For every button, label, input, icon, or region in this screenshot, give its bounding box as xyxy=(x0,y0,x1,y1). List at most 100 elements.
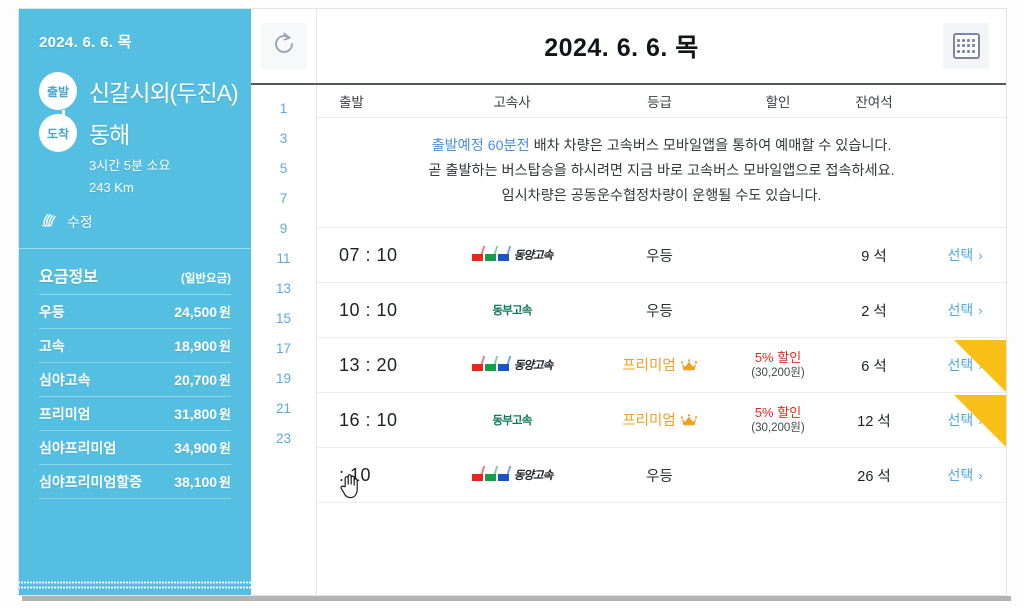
company-cell: 동양고속 xyxy=(437,466,587,484)
fare-grade-label: 고속 xyxy=(39,338,65,354)
fare-amount: 34,900 원 xyxy=(174,440,231,456)
chevron-right-icon: › xyxy=(978,302,983,318)
notice-line-2: 곧 출발하는 버스탑승을 하시려면 지금 바로 고속버스 모바일앱으로 접속하세… xyxy=(428,163,895,179)
hour-filter-item[interactable]: 15 xyxy=(251,304,316,334)
notice-line-1: 출발예정 60분전 배차 차량은 고속버스 모바일앱을 통하여 예매할 수 있습… xyxy=(327,134,996,159)
fare-grade-label: 심야프리미엄할증 xyxy=(39,474,143,490)
dongbu-express-logo-icon: 동부고속 xyxy=(492,415,532,427)
fare-row: 심야프리미엄할증 38,100 원 xyxy=(39,465,231,499)
fare-row: 고속 18,900 원 xyxy=(39,329,231,363)
table-header-row: 출발 고속사 등급 할인 잔여석 xyxy=(317,85,1006,118)
arrive-pin-icon: 도착 xyxy=(39,114,77,152)
premium-ribbon-label: 프리미엄 xyxy=(943,338,995,342)
departure-row[interactable]: 10 : 10 동부고속 우등 2 석 선택 › xyxy=(317,283,1006,338)
hour-filter-item[interactable]: 5 xyxy=(251,154,316,184)
departure-time: 10 : 10 xyxy=(339,299,398,320)
remaining-seats: 9 석 xyxy=(861,248,887,265)
edit-route-button[interactable]: 수정 xyxy=(41,212,231,232)
notice-line-3: 임시차량은 공동운수협정차량이 운행될 수도 있습니다. xyxy=(501,188,822,204)
fare-grade-label: 우등 xyxy=(39,304,65,320)
fare-grade-label: 심야프리미엄 xyxy=(39,440,117,456)
select-button[interactable]: 선택 › xyxy=(947,465,982,485)
select-button[interactable]: 선택 › xyxy=(947,245,982,265)
departure-row[interactable]: 13 : 20동양고속프리미엄5% 할인(30,200원)6 석선택›프리미엄 xyxy=(317,338,1006,393)
schedule-body: 1 3 5 7 9 11 13 15 17 19 21 23 출발 고속사 등급 할인 잔여석 출발예… xyxy=(251,85,1006,595)
departure-row[interactable]: 07 : 10 동양고속 우등 9 석 선택 › xyxy=(317,228,1006,283)
select-label: 선택 xyxy=(947,302,974,318)
departure-time: 16 : 10 xyxy=(339,409,398,430)
remaining-seats: 6 석 xyxy=(861,358,887,375)
departure-time: 13 : 20 xyxy=(339,354,398,375)
notice-line1-rest: 배차 차량은 고속버스 모바일앱을 통하여 예매할 수 있습니다. xyxy=(529,138,892,154)
fare-currency-unit: 원 xyxy=(219,475,231,490)
route-depart-row: 출발 신갈시외(두진A) xyxy=(39,72,239,110)
company-cell: 동양고속 xyxy=(437,356,587,374)
header-discount: 할인 xyxy=(765,95,791,110)
select-button[interactable]: 선택 › xyxy=(947,300,982,320)
fare-info-panel: 요금정보 (일반요금) 우등 24,500 원 고속 18,900 원 심야고속 20,700… xyxy=(19,248,251,499)
refresh-button[interactable] xyxy=(260,23,307,69)
fare-row-list: 우등 24,500 원 고속 18,900 원 심야고속 20,700 원 프리미엄 31,800 원… xyxy=(39,295,231,499)
remaining-seats: 2 석 xyxy=(861,303,887,320)
logo-bars xyxy=(471,246,512,264)
logo-bars xyxy=(471,466,512,484)
departure-time: : 10 xyxy=(317,465,437,498)
route-sidebar: 2024. 6. 6. 목 출발 신갈시외(두진A) 도착 동해 3시간 5분 … xyxy=(19,9,251,595)
remaining-seats: 26 석 xyxy=(857,468,891,485)
schedule-main: 2024. 6. 6. 목 1 3 5 7 9 11 13 15 17 19 21 23 xyxy=(251,9,1006,595)
fare-amount: 18,900 원 xyxy=(174,338,231,354)
seats-cell: 6 석 xyxy=(824,355,924,376)
sidebar-date: 2024. 6. 6. 목 xyxy=(39,34,132,51)
fare-row: 프리미엄 31,800 원 xyxy=(39,397,231,431)
page-title: 2024. 6. 6. 목 xyxy=(544,34,699,62)
company-name-label: 동양고속 xyxy=(513,470,553,482)
grade-cell: 우등 xyxy=(587,465,732,486)
route-summary: 출발 신갈시외(두진A) 도착 동해 3시간 5분 소요 243 Km xyxy=(39,72,239,198)
fare-row: 우등 24,500 원 xyxy=(39,295,231,329)
fare-currency-unit: 원 xyxy=(219,407,231,422)
depart-pin-icon: 출발 xyxy=(39,72,77,110)
grade-label: 우등 xyxy=(646,303,673,320)
hour-filter-item[interactable]: 7 xyxy=(251,184,316,214)
company-name-label: 동양고속 xyxy=(513,250,553,262)
premium-ribbon-badge: 프리미엄 xyxy=(954,340,1006,392)
route-distance: 243 Km xyxy=(89,180,134,195)
discount-cell: 5% 할인 (30,200원) xyxy=(732,350,824,381)
fare-amount: 38,100 원 xyxy=(174,474,231,490)
discount-percent: 5% 할인 xyxy=(754,404,802,420)
company-cell: 동부고속 xyxy=(437,412,587,428)
company-cell: 동부고속 xyxy=(437,302,587,318)
hour-filter-item[interactable]: 1 xyxy=(251,94,316,124)
hour-filter-column: 1 3 5 7 9 11 13 15 17 19 21 23 xyxy=(251,85,317,595)
hour-filter-item[interactable]: 11 xyxy=(251,244,316,274)
dongyang-express-logo-icon: 동양고속 xyxy=(471,356,553,374)
company-name-label: 동양고속 xyxy=(513,360,553,372)
departure-time: 07 : 10 xyxy=(339,244,398,265)
fare-currency-unit: 원 xyxy=(219,305,231,320)
hour-filter-item[interactable]: 19 xyxy=(251,364,316,394)
header-seats: 잔여석 xyxy=(855,95,893,110)
notice-block: 출발예정 60분전 배차 차량은 고속버스 모바일앱을 통하여 예매할 수 있습… xyxy=(317,118,1006,228)
arrive-station-name: 동해 xyxy=(89,122,130,148)
route-arrive-row: 도착 동해 xyxy=(39,114,231,152)
mouse-cursor-pointer xyxy=(339,473,359,499)
grade-label: 프리미엄 xyxy=(622,412,676,429)
hour-filter-item[interactable]: 17 xyxy=(251,334,316,364)
hour-filter-item[interactable]: 9 xyxy=(251,214,316,244)
hour-filter-item[interactable]: 23 xyxy=(251,424,316,454)
select-label: 선택 xyxy=(947,247,974,263)
header-grade: 등급 xyxy=(647,95,672,110)
crown-icon xyxy=(680,413,697,432)
hour-filter-item[interactable]: 3 xyxy=(251,124,316,154)
departure-row[interactable]: : 10 동양고속 우등 26 석 선택 › xyxy=(317,448,1006,503)
fare-amount: 20,700 원 xyxy=(174,372,231,388)
calendar-button[interactable] xyxy=(943,23,989,69)
grade-cell: 우등 xyxy=(587,245,732,266)
departure-row[interactable]: 16 : 10동부고속프리미엄5% 할인(30,200원)12 석선택›프리미엄 xyxy=(317,393,1006,448)
refresh-icon xyxy=(271,31,297,62)
hour-filter-item[interactable]: 13 xyxy=(251,274,316,304)
hour-filter-item[interactable]: 21 xyxy=(251,394,316,424)
discount-amount: (30,200원) xyxy=(751,366,805,379)
fare-info-subtitle: (일반요금) xyxy=(181,273,231,285)
grade-label: 우등 xyxy=(646,248,673,265)
